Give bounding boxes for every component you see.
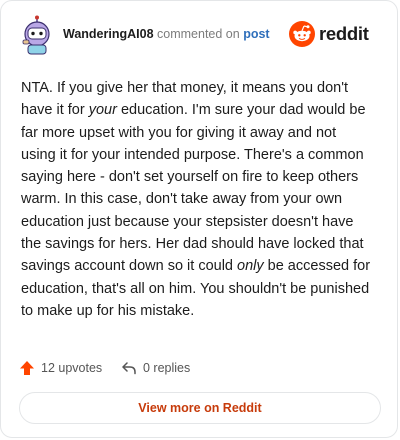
reddit-comment-card: WanderingAI08 commented on post reddit N… <box>0 0 398 438</box>
replies-button[interactable]: 0 replies <box>121 358 190 378</box>
upvote-button[interactable]: 12 upvotes <box>19 358 102 378</box>
commented-on-text: commented on <box>157 27 240 41</box>
comment-text: education. I'm sure your dad would be fa… <box>21 102 366 275</box>
reply-count: 0 replies <box>143 361 191 375</box>
post-link[interactable]: post <box>243 27 269 41</box>
comment-emphasis: your <box>88 102 117 119</box>
upvote-count: 12 upvotes <box>41 361 103 375</box>
avatar[interactable] <box>17 15 57 55</box>
reply-arrow-icon <box>122 362 136 375</box>
comment-body: NTA. If you give her that money, it mean… <box>21 77 373 322</box>
view-more-on-reddit-button[interactable]: View more on Reddit <box>19 392 381 424</box>
comment-byline: WanderingAI08 commented on post <box>63 27 270 41</box>
upvote-arrow-icon <box>20 361 34 375</box>
username[interactable]: WanderingAI08 <box>63 27 154 41</box>
reddit-snoo-icon <box>289 21 315 47</box>
comment-header: WanderingAI08 commented on post reddit <box>17 15 381 55</box>
comment-emphasis: only <box>237 258 264 275</box>
avatar-robot-icon <box>22 15 50 55</box>
reddit-logo[interactable]: reddit <box>289 21 381 47</box>
reddit-wordmark: reddit <box>319 23 369 44</box>
